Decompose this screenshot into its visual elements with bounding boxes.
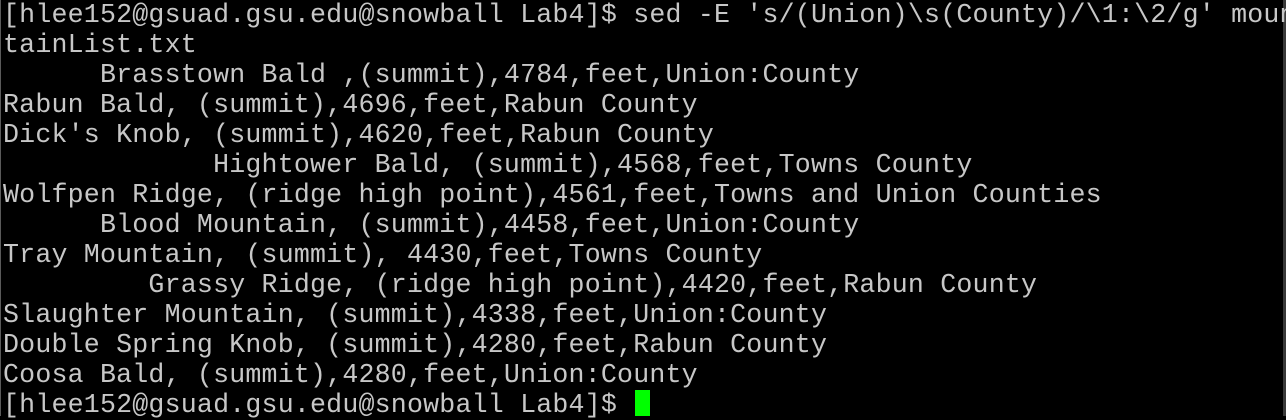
output-line: Slaughter Mountain, (summit),4338,feet,U… [3, 300, 828, 330]
output-line: Grassy Ridge, (ridge high point),4420,fe… [3, 270, 1038, 300]
output-line: Blood Mountain, (summit),4458,feet,Union… [3, 210, 860, 240]
output-line: Wolfpen Ridge, (ridge high point),4561,f… [3, 180, 1102, 210]
output-line: Brasstown Bald ,(summit),4784,feet,Union… [3, 60, 860, 90]
output-line: Rabun Bald, (summit),4696,feet,Rabun Cou… [3, 90, 698, 120]
output-line: Hightower Bald, (summit),4568,feet,Towns… [3, 150, 973, 180]
output-line: Coosa Bald, (summit),4280,feet,Union:Cou… [3, 360, 698, 390]
output-line: Double Spring Knob, (summit),4280,feet,R… [3, 330, 828, 360]
text-cursor[interactable] [635, 390, 651, 416]
output-line: Tray Mountain, (summit), 4430,feet,Towns… [3, 240, 763, 270]
output-line: Dick's Knob, (summit),4620,feet,Rabun Co… [3, 120, 714, 150]
command-line: [hlee152@gsuad.gsu.edu@snowball Lab4]$ s… [3, 0, 1286, 30]
command-line-wrap: tainList.txt [3, 30, 197, 60]
terminal-window[interactable]: [hlee152@gsuad.gsu.edu@snowball Lab4]$ s… [0, 0, 1286, 420]
terminal-output: [hlee152@gsuad.gsu.edu@snowball Lab4]$ s… [3, 0, 1286, 420]
